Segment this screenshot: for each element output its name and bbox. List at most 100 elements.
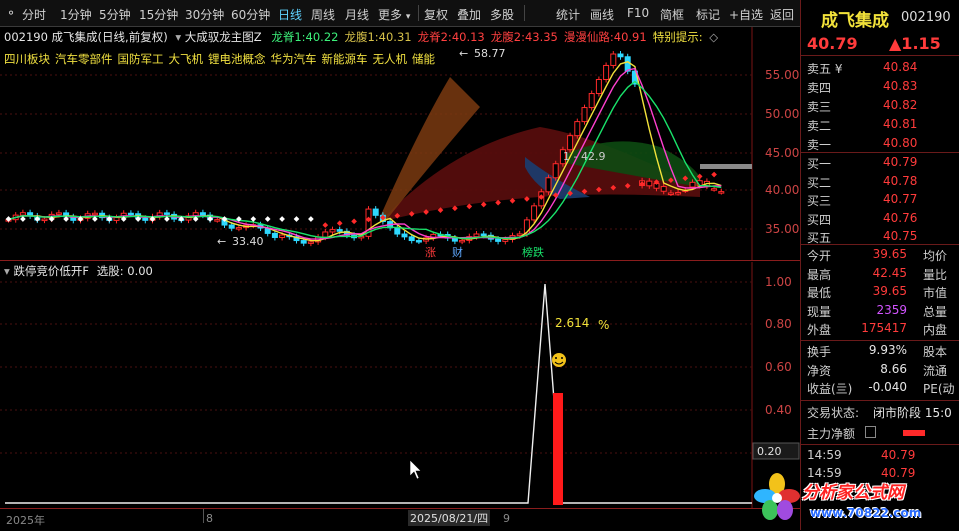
stat-row: 净资 8.66 流通 [807,362,957,380]
price-tick: 50.00 [765,107,799,121]
stat-value: 39.65 [872,284,907,298]
candle-body [545,177,552,193]
candle-body [581,107,588,123]
lower-tick: 0.80 [765,317,792,331]
statistics-button[interactable]: 统计 [556,6,580,23]
trade-status-row: 交易状态: 闭市阶段 15:0 [807,404,957,422]
tab-daily[interactable]: 日线 [278,6,302,23]
bid-row-price: 40.76 [883,210,918,225]
tab-30min[interactable]: 30分钟 [185,6,224,23]
multi-stock-button[interactable]: 多股 [490,6,514,23]
event-bangdie[interactable]: 榜跌 [522,245,544,259]
tab-5min[interactable]: 5分钟 [99,6,131,23]
stat-label-2: 内盘 [923,323,948,337]
bid-row-price: 40.77 [883,192,918,206]
event-cai[interactable]: 财 [452,245,463,259]
candle-body [675,191,682,195]
draw-line-button[interactable]: 画线 [590,6,614,23]
tab-weekly[interactable]: 周线 [311,6,335,23]
smiley-icon [552,353,566,367]
candle-body [567,135,574,151]
ask-row[interactable]: 卖三 40.82 [807,98,957,116]
overlay-button[interactable]: 叠加 [457,6,481,23]
candle-body [271,232,278,238]
mark-button[interactable]: 标记 [696,6,720,23]
candlestick-chart[interactable]: 55.00 50.00 45.00 40.00 35.00 ← 58.77 ← … [0,27,800,260]
signal-value: 2.614 [555,316,589,330]
stat-value: 39.65 [872,247,907,261]
tab-monthly[interactable]: 月线 [345,6,369,23]
candle-body [595,78,602,95]
watermark: 分析家公式网 www.70822.com [752,468,959,530]
tab-more[interactable]: 更多 ▾ [378,6,410,23]
ask-row-label: 卖四 [807,81,832,95]
pane-divider[interactable] [0,260,800,261]
bid-row[interactable]: 买一 40.79 [807,155,957,173]
back-button[interactable]: 返回 [770,6,794,23]
price-tick: 55.00 [765,68,799,82]
lower-tick: 1.00 [765,275,792,289]
trade-status-value: 闭市阶段 15:0 [873,406,952,420]
stat-label: 最高 [807,267,832,282]
candle-body [408,236,415,242]
candle-body [473,233,480,238]
candle-body [113,217,120,221]
ask-row[interactable]: 卖二 40.81 [807,117,957,135]
candle-body [617,53,624,58]
ask-row-price: 40.83 [883,79,918,93]
stat-row: 现量 2359 总量 [807,303,957,321]
chevron-down-icon: ▾ [405,12,411,22]
high-price-label: 58.77 [474,47,506,60]
ask-row-price: 40.82 [883,98,918,112]
mouse-cursor-icon [409,459,422,480]
lower-indicator-chart[interactable]: 2.614 % 1.00 0.80 0.60 0.40 0.20 [0,262,800,510]
net-flow-row[interactable]: 主力净额 [807,425,957,443]
signal-bar [553,393,563,505]
bid-row-price: 40.75 [883,229,918,243]
f10-button[interactable]: F10 [627,6,649,20]
candle-body [603,64,610,80]
candle-body [19,212,26,216]
tab-fenshi[interactable]: 分时 [22,6,46,23]
month-tick: 9 [503,512,510,525]
ask-row[interactable]: 卖四 40.83 [807,79,957,97]
list-icon[interactable] [865,426,876,438]
low-price-label: 33.40 [232,235,264,248]
stat-value: 42.45 [872,265,907,280]
watermark-title: 分析家公式网 [802,483,904,503]
stat-row: 最低 39.65 市值 [807,284,957,302]
tab-60min[interactable]: 60分钟 [231,6,270,23]
stat-label: 外盘 [807,323,832,337]
stat-row: 换手 9.93% 股本 [807,343,957,361]
stat-row: 外盘 175417 内盘 [807,321,957,339]
add-watchlist-button[interactable]: +自选 [729,6,763,23]
bid-row[interactable]: 买二 40.78 [807,174,957,192]
bid-row[interactable]: 买四 40.76 [807,211,957,229]
event-zhang[interactable]: 涨 [425,246,436,259]
watermark-url: www.70822.com [810,506,922,520]
simple-frame-button[interactable]: 简框 [660,6,684,23]
candle-body [480,233,487,236]
tab-1min[interactable]: 1分钟 [60,6,92,23]
signal-dot [293,216,300,222]
signal-dot [336,220,343,227]
candle-body [495,238,502,242]
ask-row[interactable]: 卖五 ¥ 40.84 [807,60,957,78]
price-tick: 35.00 [765,222,799,236]
candle-body [127,212,134,216]
price-change: ▲1.15 [889,34,941,53]
level-bar [700,164,752,169]
restore-rights-button[interactable]: 复权 [424,6,448,23]
ask-row-price: 40.80 [883,136,918,150]
year-label: 2025年 [6,514,45,527]
tab-15min[interactable]: 15分钟 [139,6,178,23]
stat-value: 2359 [876,302,907,317]
settings-dot-icon[interactable]: ⚬ [6,6,16,20]
stat-value: 8.66 [880,361,907,376]
bid-row[interactable]: 买三 40.77 [807,192,957,210]
stat-label: 换手 [807,345,832,359]
stat-label-2: 量比 [923,267,948,282]
ask-row-label: 卖三 [807,100,832,114]
bid-row-label: 买一 [807,157,832,171]
price-tick: 40.00 [765,183,799,197]
